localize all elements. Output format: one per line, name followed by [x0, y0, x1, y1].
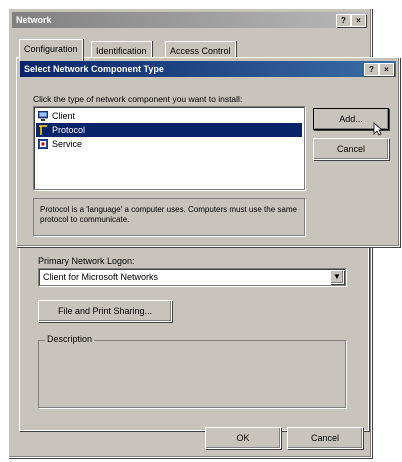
cancel-label: Cancel	[310, 433, 339, 443]
list-item-service[interactable]: Service	[36, 137, 302, 151]
help-button[interactable]: ?	[336, 14, 351, 27]
client-label: Client	[52, 111, 76, 121]
file-print-sharing-button[interactable]: File and Print Sharing...	[38, 300, 172, 322]
dialog-cancel-label: Cancel	[336, 144, 365, 154]
dialog-titlebar[interactable]: Select Network Component Type ? ×	[20, 61, 396, 77]
tab-configuration[interactable]: Configuration	[19, 39, 83, 61]
cancel-button[interactable]: Cancel	[287, 427, 363, 449]
dialog-title: Select Network Component Type	[24, 64, 164, 74]
file-print-sharing-label: File and Print Sharing...	[57, 306, 153, 316]
dropdown-arrow-icon[interactable]: ▼	[330, 270, 344, 284]
description-group: Description	[38, 334, 346, 408]
component-description: Protocol is a 'language' a computer uses…	[40, 205, 297, 224]
ok-label: OK	[236, 433, 250, 443]
list-item-protocol[interactable]: Protocol	[36, 123, 302, 137]
primary-logon-select[interactable]: Client for Microsoft Networks ▼	[38, 268, 346, 286]
primary-logon-value: Client for Microsoft Networks	[43, 272, 159, 282]
dialog-cancel-button[interactable]: Cancel	[313, 138, 389, 160]
select-component-dialog: Select Network Component Type ? × Click …	[16, 57, 400, 247]
list-item-client[interactable]: Client	[36, 109, 302, 123]
description-label: Description	[45, 334, 95, 344]
dialog-help-button[interactable]: ?	[364, 63, 379, 76]
description-box: Protocol is a 'language' a computer uses…	[33, 198, 305, 236]
ok-button[interactable]: OK	[205, 427, 281, 449]
service-icon	[38, 139, 48, 149]
dialog-close-button[interactable]: ×	[379, 63, 394, 76]
service-label: Service	[52, 139, 83, 149]
component-type-list[interactable]: Client Protocol Service	[33, 106, 305, 190]
close-button[interactable]: ×	[351, 14, 366, 27]
network-titlebar[interactable]: Network ? ×	[12, 12, 368, 28]
network-title: Network	[16, 15, 52, 25]
instruction-text: Click the type of network component you …	[33, 94, 243, 104]
protocol-label: Protocol	[52, 125, 86, 135]
client-icon	[38, 111, 48, 121]
protocol-icon	[39, 125, 47, 135]
mouse-cursor-icon	[373, 122, 383, 136]
add-label: Add...	[339, 114, 363, 124]
primary-logon-label: Primary Network Logon:	[38, 256, 135, 266]
